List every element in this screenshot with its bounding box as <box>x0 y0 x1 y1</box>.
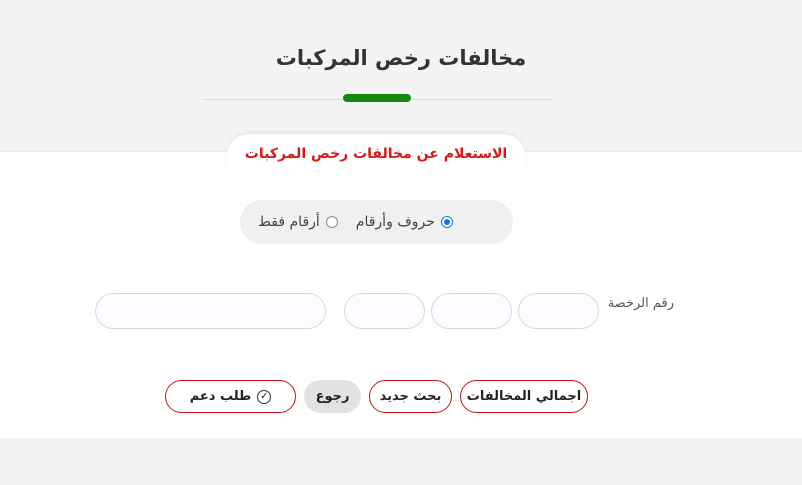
back-button[interactable]: رجوع <box>304 380 361 413</box>
button-label: رجوع <box>315 389 350 404</box>
radio-label: حروف وأرقام <box>355 214 435 230</box>
total-violations-button[interactable]: اجمالي المخالفات <box>460 380 588 413</box>
plate-letter-3-input[interactable] <box>344 293 425 329</box>
check-circle-icon: ✓ <box>257 389 272 404</box>
plate-letter-1-input[interactable] <box>518 293 599 329</box>
button-label: اجمالي المخالفات <box>466 389 582 404</box>
radio-numbers-only[interactable]: أرقام فقط <box>258 214 338 230</box>
inquiry-tab-label: الاستعلام عن مخالفات رخص المركبات <box>244 146 508 162</box>
support-request-button[interactable]: ✓ طلب دعم <box>165 380 296 413</box>
radio-letters-numbers[interactable]: حروف وأرقام <box>356 214 453 230</box>
radio-button[interactable] <box>325 216 338 228</box>
new-search-button[interactable]: بحث جديد <box>369 380 452 413</box>
radio-button[interactable] <box>440 216 453 228</box>
plate-number-label: رقم الرخصة <box>607 296 674 311</box>
plate-letter-2-input[interactable] <box>431 293 512 329</box>
plate-number-input[interactable] <box>95 293 326 329</box>
title-accent-bar <box>343 94 411 102</box>
plate-type-radio-group: حروف وأرقام أرقام فقط <box>240 200 513 244</box>
button-label: بحث جديد <box>379 389 442 404</box>
button-label: طلب دعم <box>189 389 252 404</box>
radio-label: أرقام فقط <box>258 214 320 230</box>
page-title: مخالفات رخص المركبات <box>275 46 527 70</box>
